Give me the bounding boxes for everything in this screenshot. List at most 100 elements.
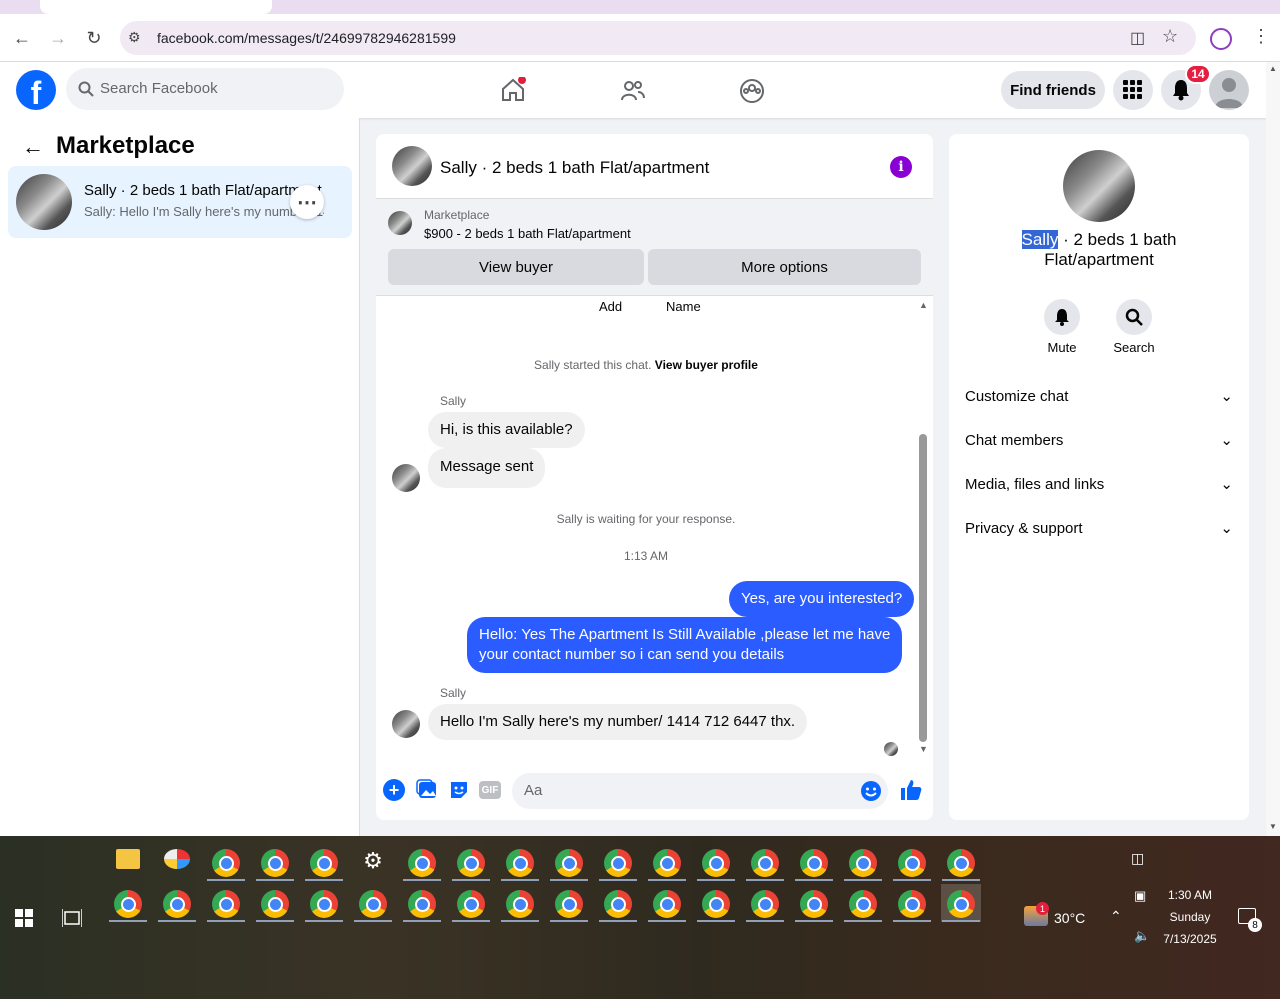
chrome-taskbar-icon[interactable] xyxy=(843,884,883,922)
gif-icon[interactable]: GIF xyxy=(479,781,501,799)
address-bar[interactable]: ⚙ facebook.com/messages/t/24699782946281… xyxy=(120,21,1196,55)
chevron-up-icon[interactable]: ⌃ xyxy=(1110,908,1122,925)
like-thumb-icon[interactable] xyxy=(899,778,923,802)
incoming-message[interactable]: Hello I'm Sally here's my number/ 1414 7… xyxy=(428,704,808,740)
chrome-taskbar-icon[interactable] xyxy=(549,884,589,922)
menu-grid-icon[interactable] xyxy=(1113,70,1153,110)
scroll-down-icon[interactable]: ▼ xyxy=(1269,822,1277,831)
outgoing-message[interactable]: Yes, are you interested? xyxy=(729,581,915,617)
account-avatar[interactable] xyxy=(1209,70,1249,110)
friends-icon[interactable] xyxy=(620,78,646,104)
chrome-taskbar-icon[interactable] xyxy=(402,884,442,922)
chrome-taskbar-icon[interactable] xyxy=(843,843,883,881)
view-buyer-profile-link[interactable]: View buyer profile xyxy=(655,358,758,372)
search-bar[interactable]: Search Facebook xyxy=(66,68,344,110)
chrome-taskbar-icon[interactable] xyxy=(941,843,981,881)
reload-icon[interactable]: ↻ xyxy=(78,22,110,54)
profile-photo[interactable] xyxy=(1063,150,1135,222)
browser-menu-icon[interactable]: ⋮ xyxy=(1252,26,1270,47)
temperature[interactable]: 30°C xyxy=(1054,910,1085,926)
chrome-taskbar-icon[interactable] xyxy=(206,884,246,922)
facebook-logo-icon[interactable]: f xyxy=(16,70,56,110)
search-in-chat-button[interactable] xyxy=(1116,299,1152,335)
chrome-taskbar-icon[interactable] xyxy=(598,884,638,922)
incoming-message[interactable]: Message sent xyxy=(428,448,546,488)
chrome-taskbar-icon[interactable] xyxy=(549,843,589,881)
chat-scrollbar[interactable] xyxy=(919,434,927,742)
media-files-links-row[interactable]: Media, files and links ⌄ xyxy=(965,470,1233,498)
chrome-taskbar-icon[interactable] xyxy=(157,884,197,922)
site-info-icon[interactable]: ⚙ xyxy=(128,29,141,46)
task-view-icon[interactable] xyxy=(62,909,82,927)
chat-title[interactable]: Sally · 2 beds 1 bath Flat/apartment xyxy=(440,158,709,178)
chrome-taskbar-icon[interactable] xyxy=(794,884,834,922)
paint-app-icon[interactable] xyxy=(157,843,197,881)
chrome-taskbar-icon[interactable] xyxy=(402,843,442,881)
chrome-taskbar-icon[interactable] xyxy=(892,884,932,922)
find-friends-button[interactable]: Find friends xyxy=(1001,71,1105,109)
chrome-taskbar-icon[interactable] xyxy=(745,843,785,881)
chrome-taskbar-icon[interactable] xyxy=(745,884,785,922)
conversation-item[interactable]: Sally · 2 beds 1 bath Flat/apartment Sal… xyxy=(8,166,352,238)
chrome-taskbar-icon[interactable] xyxy=(206,843,246,881)
incoming-message[interactable]: Hi, is this available? xyxy=(428,412,585,448)
meet-now-icon[interactable]: ◫ xyxy=(1131,850,1144,867)
chat-avatar[interactable] xyxy=(392,146,432,186)
clock-date[interactable]: 7/13/2025 xyxy=(1160,932,1220,946)
bookmark-star-icon[interactable]: ☆ xyxy=(1162,26,1178,47)
outgoing-message-long[interactable]: Hello: Yes The Apartment Is Still Availa… xyxy=(467,617,903,673)
emoji-icon[interactable] xyxy=(860,780,882,802)
page-scrollbar[interactable]: ▲ ▼ xyxy=(1266,62,1280,836)
chrome-taskbar-icon[interactable] xyxy=(451,843,491,881)
mute-button[interactable] xyxy=(1044,299,1080,335)
more-options-icon[interactable]: ⋯ xyxy=(290,185,324,219)
chat-members-row[interactable]: Chat members ⌄ xyxy=(965,426,1233,454)
groups-icon[interactable] xyxy=(739,78,765,104)
chrome-taskbar-icon[interactable] xyxy=(255,843,295,881)
more-options-button[interactable]: More options xyxy=(648,249,921,285)
scroll-up-icon[interactable]: ▲ xyxy=(1269,64,1277,73)
chrome-taskbar-icon[interactable] xyxy=(304,843,344,881)
settings-gear-icon[interactable]: ⚙ xyxy=(353,843,393,881)
active-tab[interactable] xyxy=(40,0,272,14)
chrome-taskbar-icon[interactable] xyxy=(500,884,540,922)
chrome-taskbar-icon[interactable] xyxy=(941,884,981,922)
chrome-taskbar-icon[interactable] xyxy=(353,884,393,922)
install-app-icon[interactable]: ◫ xyxy=(1130,28,1145,48)
windows-start-icon[interactable] xyxy=(15,909,33,927)
chrome-taskbar-icon[interactable] xyxy=(598,843,638,881)
clock-day[interactable]: Sunday xyxy=(1160,910,1220,924)
plus-icon[interactable]: + xyxy=(383,779,405,801)
message-input[interactable]: Aa xyxy=(512,773,888,809)
sticker-icon[interactable] xyxy=(448,779,470,801)
forward-icon[interactable]: → xyxy=(42,22,74,54)
privacy-support-row[interactable]: Privacy & support ⌄ xyxy=(965,514,1233,542)
sender-avatar[interactable] xyxy=(392,710,420,738)
scroll-down-icon[interactable]: ▼ xyxy=(919,744,928,754)
add-label[interactable]: Add xyxy=(599,299,622,314)
chrome-taskbar-icon[interactable] xyxy=(647,884,687,922)
file-explorer-icon[interactable] xyxy=(108,843,148,881)
back-icon[interactable]: ← xyxy=(6,22,38,54)
chrome-taskbar-icon[interactable] xyxy=(696,884,736,922)
chrome-taskbar-icon[interactable] xyxy=(255,884,295,922)
clock-time[interactable]: 1:30 AM xyxy=(1160,888,1220,902)
chrome-taskbar-icon[interactable] xyxy=(451,884,491,922)
name-label[interactable]: Name xyxy=(666,299,701,314)
volume-icon[interactable]: 🔈 xyxy=(1134,928,1150,944)
photo-icon[interactable] xyxy=(416,779,438,801)
chrome-taskbar-icon[interactable] xyxy=(304,884,344,922)
sender-avatar[interactable] xyxy=(392,464,420,492)
info-icon[interactable]: i xyxy=(890,156,912,178)
chrome-taskbar-icon[interactable] xyxy=(108,884,148,922)
chrome-taskbar-icon[interactable] xyxy=(794,843,834,881)
chrome-taskbar-icon[interactable] xyxy=(647,843,687,881)
customize-chat-row[interactable]: Customize chat ⌄ xyxy=(965,382,1233,410)
chrome-taskbar-icon[interactable] xyxy=(696,843,736,881)
chrome-taskbar-icon[interactable] xyxy=(892,843,932,881)
back-arrow-icon[interactable]: ← xyxy=(22,134,44,160)
scroll-up-icon[interactable]: ▲ xyxy=(919,300,928,310)
network-icon[interactable]: ▣ xyxy=(1134,888,1146,904)
profile-icon[interactable] xyxy=(1210,28,1232,50)
home-icon[interactable] xyxy=(500,77,526,103)
